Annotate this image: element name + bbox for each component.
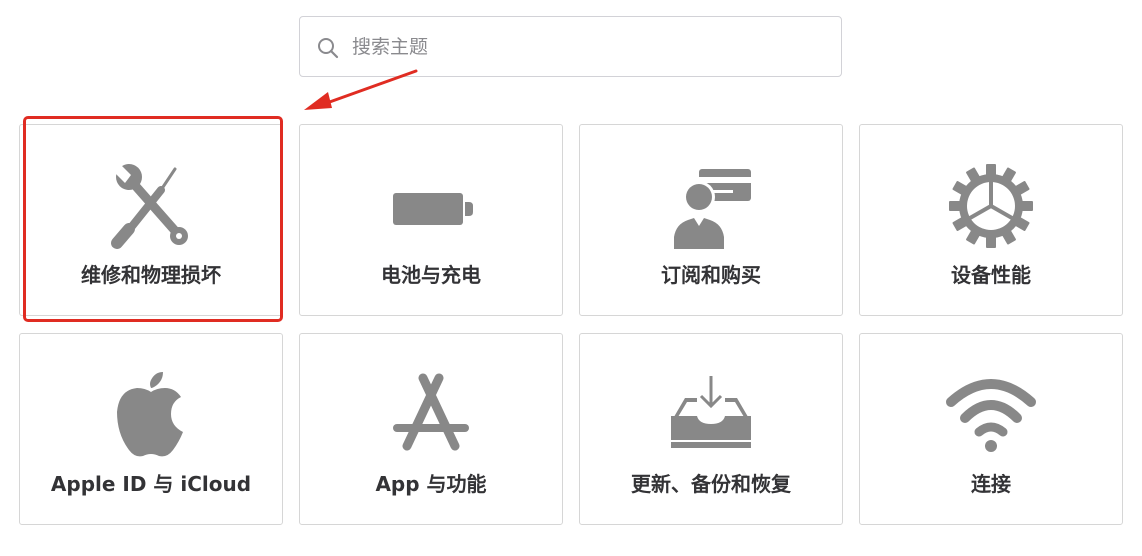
wifi-icon xyxy=(946,379,1036,452)
tile-battery[interactable]: 电池与充电 xyxy=(299,124,563,316)
tile-label: Apple ID 与 iCloud xyxy=(50,472,252,496)
topic-grid: 维修和物理损坏 电池与充电 订阅和购买 设备性能 Apple ID 与 iClo… xyxy=(19,124,1124,525)
apple-icon xyxy=(117,372,183,457)
app-store-icon xyxy=(393,373,469,451)
tools-icon xyxy=(111,163,188,249)
gear-icon xyxy=(949,164,1033,248)
subscription-user-card-icon xyxy=(671,169,751,249)
tile-performance[interactable]: 设备性能 xyxy=(859,124,1123,316)
tile-label: 订阅和购买 xyxy=(661,263,761,287)
tile-label: 维修和物理损坏 xyxy=(81,263,221,287)
search-input[interactable] xyxy=(352,27,822,67)
tile-update-backup[interactable]: 更新、备份和恢复 xyxy=(579,333,843,525)
tile-connectivity[interactable]: 连接 xyxy=(859,333,1123,525)
download-tray-icon xyxy=(671,376,751,448)
tile-apple-id[interactable]: Apple ID 与 iCloud xyxy=(19,333,283,525)
battery-icon xyxy=(393,193,473,225)
tile-label: 更新、备份和恢复 xyxy=(631,472,791,496)
tile-label: 连接 xyxy=(971,472,1011,496)
tile-repair[interactable]: 维修和物理损坏 xyxy=(19,124,283,316)
search-box[interactable] xyxy=(299,16,842,77)
tile-label: App 与功能 xyxy=(375,472,487,496)
search-icon xyxy=(318,38,339,59)
tile-subscriptions[interactable]: 订阅和购买 xyxy=(579,124,843,316)
tile-apps[interactable]: App 与功能 xyxy=(299,333,563,525)
tile-label: 电池与充电 xyxy=(381,263,481,287)
tile-label: 设备性能 xyxy=(951,263,1031,287)
